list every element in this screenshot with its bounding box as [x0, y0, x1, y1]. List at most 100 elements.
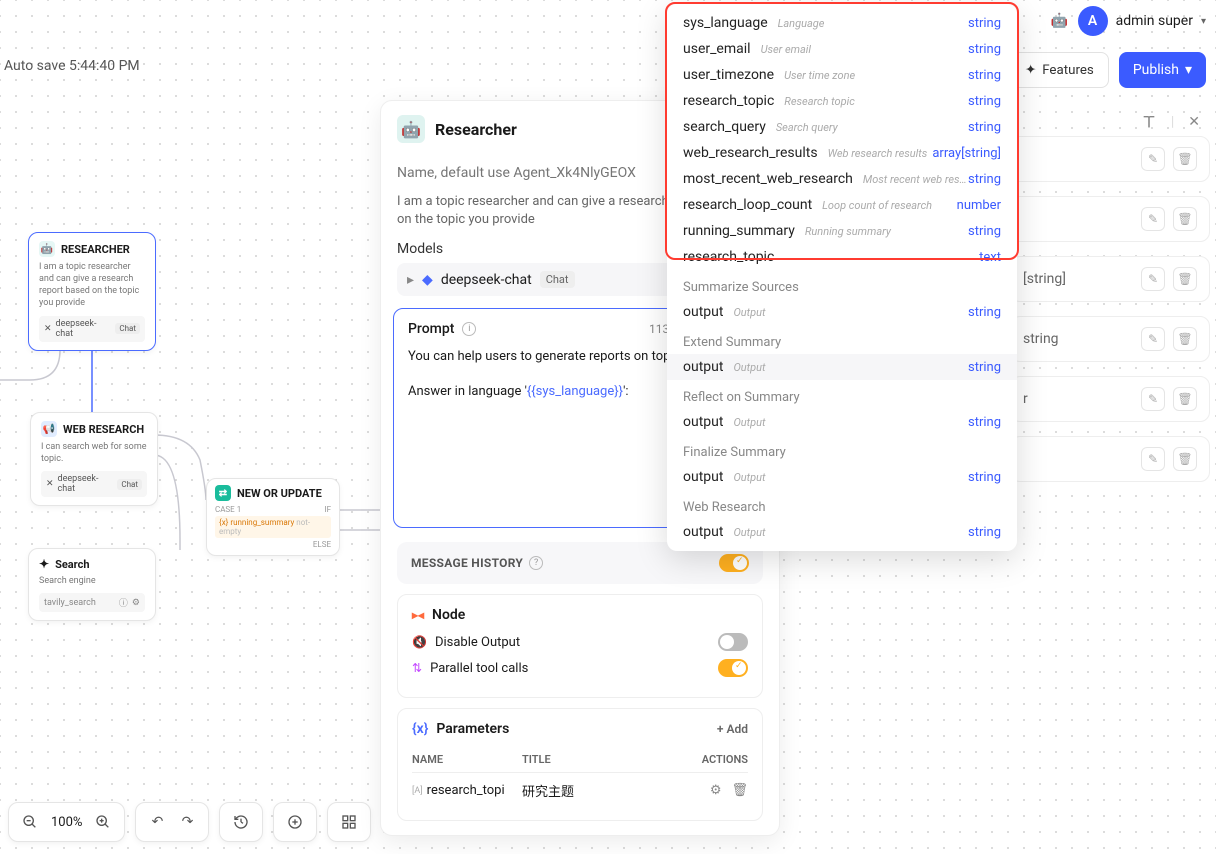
- edit-icon[interactable]: ✎: [1141, 387, 1165, 411]
- avatar[interactable]: A: [1078, 6, 1108, 36]
- add-parameter-button[interactable]: + Add: [717, 722, 748, 736]
- variable-option[interactable]: research_topictext: [667, 244, 1017, 270]
- model-name: deepseek-chat: [441, 272, 532, 288]
- node-title: RESEARCHER: [61, 243, 130, 256]
- variable-option[interactable]: search_querySearch querystring: [667, 114, 1017, 140]
- variable-option[interactable]: outputOutputstring: [667, 464, 1017, 490]
- var-type: string: [968, 525, 1001, 540]
- col-title: TITLE: [522, 753, 684, 766]
- sidebar-card[interactable]: r✎🗑: [1010, 376, 1210, 422]
- publish-button[interactable]: Publish ▾: [1119, 52, 1206, 88]
- node-model: ✕deepseek-chatChat: [41, 471, 147, 497]
- edit-icon[interactable]: ✎: [1141, 207, 1165, 231]
- param-name[interactable]: research_topi: [427, 783, 505, 798]
- variable-option[interactable]: outputOutputstring: [667, 299, 1017, 325]
- edit-icon[interactable]: ✎: [1141, 327, 1165, 351]
- variable-option[interactable]: user_emailUser emailstring: [667, 36, 1017, 62]
- trash-icon[interactable]: 🗑: [731, 783, 748, 798]
- var-type: string: [968, 224, 1001, 239]
- variable-option[interactable]: research_loop_countLoop count of researc…: [667, 192, 1017, 218]
- add-node-button[interactable]: [282, 809, 308, 835]
- var-name: running_summary: [230, 518, 294, 527]
- var-name: sys_language: [683, 15, 768, 31]
- undo-button[interactable]: ↶: [144, 809, 170, 835]
- features-button[interactable]: ✦ Features: [1010, 52, 1109, 88]
- node-web-research[interactable]: 📢 WEB RESEARCH I can search web for some …: [30, 412, 158, 506]
- prompt-label: Prompt: [408, 321, 454, 337]
- var-hint: User email: [761, 43, 968, 56]
- trash-icon[interactable]: 🗑: [1173, 327, 1197, 351]
- trash-icon[interactable]: 🗑: [1173, 447, 1197, 471]
- agent-icon: 🤖: [397, 115, 425, 143]
- close-icon[interactable]: ✕: [1188, 114, 1200, 130]
- info-icon[interactable]: ?: [529, 556, 543, 570]
- redo-button[interactable]: ↷: [174, 809, 200, 835]
- disable-output-toggle[interactable]: [718, 633, 748, 651]
- trash-icon[interactable]: 🗑: [1173, 387, 1197, 411]
- var-name: web_research_results: [683, 145, 818, 161]
- parallel-tool-toggle[interactable]: [718, 659, 748, 677]
- sidebar-card[interactable]: ✎🗑: [1010, 136, 1210, 182]
- var-hint: Running summary: [805, 225, 968, 238]
- model-badge: Chat: [540, 271, 575, 288]
- sparkle-icon: ✦: [1025, 63, 1036, 78]
- var-name: running_summary: [683, 223, 795, 239]
- variable-option[interactable]: outputOutputstring: [667, 409, 1017, 435]
- layout-button[interactable]: [336, 809, 362, 835]
- history-button[interactable]: [228, 809, 254, 835]
- variable-option[interactable]: user_timezoneUser time zonestring: [667, 62, 1017, 88]
- variable-option[interactable]: most_recent_web_researchMost recent web …: [667, 166, 1017, 192]
- edit-icon[interactable]: ✎: [1141, 267, 1165, 291]
- book-icon[interactable]: [1141, 114, 1157, 130]
- sidebar-card[interactable]: ✎🗑: [1010, 436, 1210, 482]
- message-history-toggle[interactable]: [719, 554, 749, 572]
- variable-option[interactable]: sys_languageLanguagestring: [667, 10, 1017, 36]
- variable-option[interactable]: research_topicResearch topicstring: [667, 88, 1017, 114]
- node-researcher[interactable]: 🤖RESEARCHER I am a topic researcher and …: [28, 232, 156, 351]
- node-desc: Search engine: [39, 575, 145, 587]
- top-user-bar: 🤖 A admin super ▾: [1050, 6, 1206, 36]
- sidebar-card[interactable]: string✎🗑: [1010, 316, 1210, 362]
- var-type: string: [968, 470, 1001, 485]
- zoom-out-button[interactable]: [17, 809, 43, 835]
- var-type: string: [968, 120, 1001, 135]
- user-name[interactable]: admin super: [1116, 13, 1193, 29]
- edit-icon[interactable]: ✎: [1141, 147, 1165, 171]
- info-icon[interactable]: ⓘ: [119, 596, 128, 609]
- var-type: string: [968, 360, 1001, 375]
- chevron-down-icon[interactable]: ▾: [1201, 16, 1206, 27]
- collapse-icon: ▸: [407, 272, 414, 288]
- var-type: string: [968, 172, 1001, 187]
- info-icon[interactable]: i: [462, 322, 476, 336]
- var-name: output: [683, 524, 723, 540]
- node-router[interactable]: ⇄NEW OR UPDATE CASE 1IF {x} running_summ…: [206, 478, 340, 556]
- edit-icon[interactable]: ✎: [1141, 447, 1165, 471]
- trash-icon[interactable]: 🗑: [1173, 147, 1197, 171]
- zoom-in-button[interactable]: [90, 809, 116, 835]
- agent-icon: 📢: [41, 421, 57, 437]
- sidebar-card[interactable]: [string]✎🗑: [1010, 256, 1210, 302]
- trash-icon[interactable]: 🗑: [1173, 267, 1197, 291]
- variable-option[interactable]: outputOutputstring: [667, 354, 1017, 380]
- var-name: output: [683, 304, 723, 320]
- node-title: WEB RESEARCH: [63, 423, 144, 436]
- robot-icon[interactable]: 🤖: [1050, 11, 1070, 31]
- param-title[interactable]: 研究主题: [522, 781, 684, 800]
- var-hint: Most recent web research r...: [863, 173, 968, 186]
- chevron-down-icon: ▾: [1185, 62, 1192, 78]
- gear-icon[interactable]: ⚙: [710, 783, 722, 798]
- var-hint: Output: [733, 361, 968, 374]
- sidebar-card[interactable]: ✎🗑: [1010, 196, 1210, 242]
- var-type: string: [968, 415, 1001, 430]
- gear-icon[interactable]: ⚙: [132, 598, 140, 608]
- trash-icon[interactable]: 🗑: [1173, 207, 1197, 231]
- tool-name: tavily_search: [44, 598, 96, 608]
- node-search[interactable]: ✦Search Search engine tavily_searchⓘ⚙: [28, 548, 156, 621]
- variable-option[interactable]: outputOutputstring: [667, 519, 1017, 545]
- node-desc: I can search web for some topic.: [41, 441, 147, 465]
- panel-title: Researcher: [435, 120, 689, 139]
- params-header: NAME TITLE ACTIONS: [412, 747, 748, 773]
- variable-option[interactable]: web_research_resultsWeb research results…: [667, 140, 1017, 166]
- case-cond: IF: [324, 505, 331, 514]
- variable-option[interactable]: running_summary Running summarystring: [667, 218, 1017, 244]
